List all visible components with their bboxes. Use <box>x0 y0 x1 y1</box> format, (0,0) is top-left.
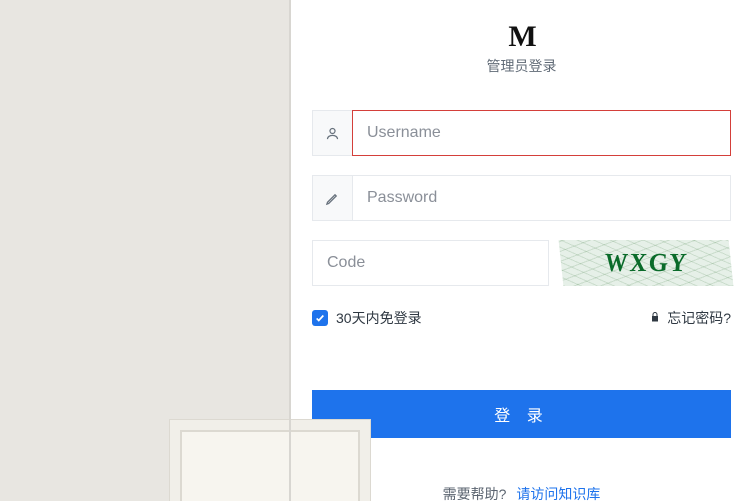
captcha-image[interactable]: WXGY <box>559 240 734 286</box>
checkbox-checked-icon <box>312 310 328 326</box>
pencil-icon <box>312 175 352 221</box>
login-form: WXGY 30天内免登录 <box>312 110 731 438</box>
forgot-password-label: 忘记密码? <box>667 308 731 328</box>
user-icon <box>312 110 352 156</box>
forgot-password-link[interactable]: 忘记密码? <box>649 308 731 328</box>
login-subtitle: 管理员登录 <box>487 56 557 76</box>
brand-logo: M <box>487 20 557 54</box>
remember-checkbox[interactable]: 30天内免登录 <box>312 308 422 328</box>
help-question: 需要帮助? <box>443 484 507 501</box>
captcha-code-input[interactable] <box>312 240 549 286</box>
decorative-frame <box>170 420 370 501</box>
help-link[interactable]: 请访问知识库 <box>516 484 600 501</box>
lock-icon <box>649 310 661 326</box>
remember-label: 30天内免登录 <box>336 308 422 328</box>
decorative-left-pane <box>0 0 290 501</box>
password-input[interactable] <box>352 175 731 221</box>
login-button[interactable]: 登 录 <box>312 390 731 438</box>
username-input[interactable] <box>352 110 731 156</box>
